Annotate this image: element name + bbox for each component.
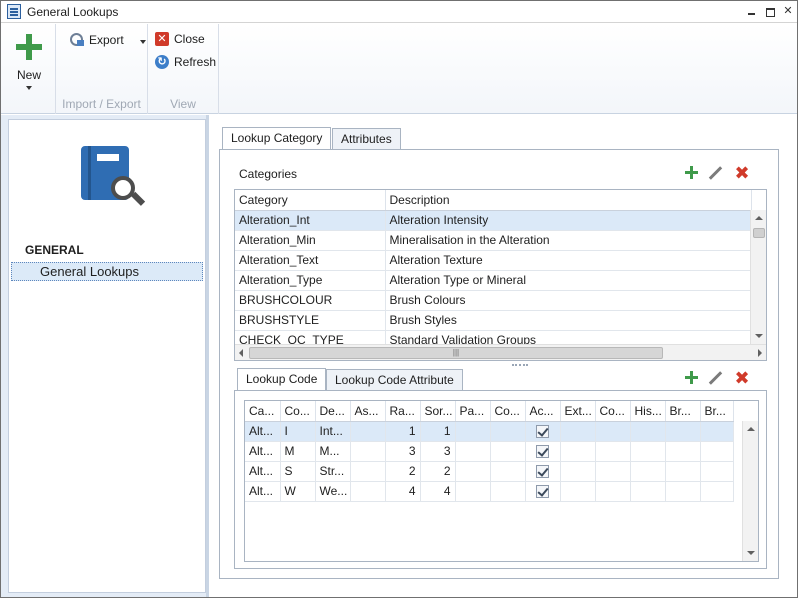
col-header-his[interactable]: His... <box>630 401 666 422</box>
col-header-rank[interactable]: Ra... <box>385 401 421 422</box>
table-row[interactable]: Alt... M M... 33 <box>245 441 734 462</box>
active-checkbox[interactable] <box>536 445 549 459</box>
edit-category-button[interactable] <box>708 165 724 181</box>
col-header-sort[interactable]: Sor... <box>420 401 456 422</box>
table-row[interactable]: Alt... I Int... 11 <box>245 421 734 442</box>
col-header-brush-1[interactable]: Br... <box>665 401 701 422</box>
group-label-import-export: Import / Export <box>62 97 141 111</box>
lookup-book-icon <box>81 146 146 210</box>
nav-item-label: General Lookups <box>40 264 140 279</box>
col-header-as[interactable]: As... <box>350 401 386 422</box>
active-checkbox[interactable] <box>536 425 549 439</box>
title-bar: General Lookups ✕ <box>1 1 797 23</box>
categories-title: Categories <box>239 167 298 181</box>
new-button[interactable]: New <box>9 28 49 98</box>
ribbon: New Export Import / Export ✕ Close ↻ Ref… <box>1 24 797 114</box>
table-row[interactable]: BRUSHCOLOUR Brush Colours <box>235 290 752 311</box>
table-row[interactable]: Alteration_Int Alteration Intensity <box>235 210 752 231</box>
col-header-parent[interactable]: Pa... <box>455 401 491 422</box>
tab-lookup-code[interactable]: Lookup Code <box>237 368 327 391</box>
lookup-code-grid: Ca... Co... De... As... Ra... Sor... Pa.… <box>244 400 759 562</box>
content-pane: Lookup Category Attributes Categories ✖ … <box>209 115 797 597</box>
refresh-button-label: Refresh <box>174 55 217 69</box>
chevron-down-icon <box>140 40 146 44</box>
table-row[interactable]: Alteration_Type Alteration Type or Minera… <box>235 270 752 291</box>
scroll-left-icon[interactable] <box>239 349 243 357</box>
export-icon <box>69 32 85 47</box>
ribbon-group-new: New <box>1 24 56 114</box>
col-header-description[interactable]: De... <box>315 401 351 422</box>
ribbon-group-import-export: Export Import / Export <box>56 24 148 114</box>
app-icon <box>7 4 21 19</box>
active-checkbox[interactable] <box>536 485 549 499</box>
table-row[interactable]: Alt... W We... 44 <box>245 481 734 502</box>
col-header-category[interactable]: Ca... <box>245 401 281 422</box>
categories-hscroll[interactable]: ||| <box>235 344 766 360</box>
table-row[interactable]: Alt... S Str... 22 <box>245 461 734 482</box>
app-window: General Lookups ✕ New Export Import / Ex… <box>0 0 798 598</box>
ribbon-group-view: ✕ Close ↻ Refresh View <box>148 24 219 114</box>
minimize-button[interactable] <box>745 5 759 18</box>
workspace: GENERAL General Lookups Lookup Category … <box>1 115 797 597</box>
splitter-grip[interactable] <box>512 364 528 368</box>
lookup-category-panel: Categories ✖ Category Description Altera… <box>219 149 779 579</box>
refresh-icon: ↻ <box>155 55 169 69</box>
edit-code-button[interactable] <box>708 370 724 386</box>
col-header-brush-2[interactable]: Br... <box>700 401 734 422</box>
tab-lookup-code-attribute[interactable]: Lookup Code Attribute <box>326 369 463 391</box>
scroll-down-icon[interactable] <box>755 334 763 338</box>
lookup-code-panel: Ca... Co... De... As... Ra... Sor... Pa.… <box>234 390 767 569</box>
col-header-category[interactable]: Category <box>235 190 386 211</box>
table-row[interactable]: BRUSHSTYLE Brush Styles <box>235 310 752 331</box>
codes-vscroll[interactable] <box>742 421 758 561</box>
col-header-colour[interactable]: Co... <box>595 401 631 422</box>
close-icon: ✕ <box>155 32 169 46</box>
tab-attributes[interactable]: Attributes <box>332 128 401 150</box>
new-button-label: New <box>16 68 41 82</box>
maximize-button[interactable] <box>763 5 777 18</box>
scroll-right-icon[interactable] <box>758 349 762 357</box>
col-header-code[interactable]: Co... <box>280 401 316 422</box>
scroll-up-icon[interactable] <box>747 427 755 431</box>
window-title: General Lookups <box>27 5 119 19</box>
window-close-button[interactable]: ✕ <box>781 5 795 18</box>
group-label-view: View <box>170 97 196 111</box>
chevron-down-icon <box>26 86 32 90</box>
delete-code-button[interactable]: ✖ <box>734 369 750 387</box>
active-checkbox[interactable] <box>536 465 549 479</box>
add-code-button[interactable] <box>684 370 700 386</box>
plus-icon <box>16 34 42 60</box>
scroll-thumb[interactable] <box>753 228 765 238</box>
navigation-pane: GENERAL General Lookups <box>8 119 206 593</box>
scroll-thumb[interactable]: ||| <box>249 347 663 359</box>
col-header-description[interactable]: Description <box>385 190 752 211</box>
scroll-down-icon[interactable] <box>747 551 755 555</box>
add-category-button[interactable] <box>684 165 700 181</box>
export-button-label: Export <box>89 33 124 47</box>
nav-item-general-lookups[interactable]: General Lookups <box>11 262 203 281</box>
col-header-active[interactable]: Ac... <box>525 401 561 422</box>
categories-vscroll[interactable] <box>750 210 766 344</box>
table-row[interactable]: Alteration_Min Mineralisation in the Alte… <box>235 230 752 251</box>
delete-category-button[interactable]: ✖ <box>734 164 750 182</box>
col-header-ext[interactable]: Ext... <box>560 401 596 422</box>
scroll-up-icon[interactable] <box>755 216 763 220</box>
nav-heading: GENERAL <box>25 243 84 257</box>
table-row[interactable]: Alteration_Text Alteration Texture <box>235 250 752 271</box>
tab-lookup-category[interactable]: Lookup Category <box>222 127 332 150</box>
categories-grid: Category Description Alteration_Int Alter… <box>234 189 767 361</box>
close-button-label: Close <box>174 32 205 46</box>
col-header-co[interactable]: Co... <box>490 401 526 422</box>
